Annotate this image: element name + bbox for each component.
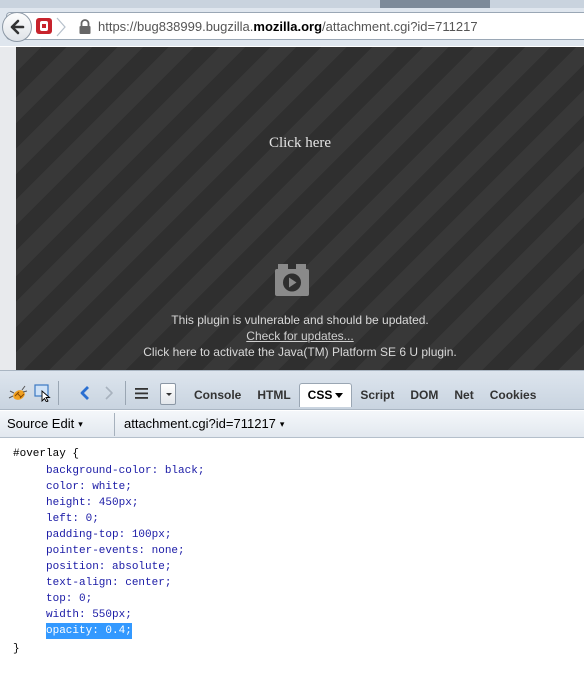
tab-html[interactable]: HTML xyxy=(249,383,298,407)
stylesheet-selector[interactable]: attachment.cgi?id=711217 ▾ xyxy=(124,416,284,431)
back-arrow-icon xyxy=(10,19,25,35)
stylesheet-label: attachment.cgi?id=711217 xyxy=(124,416,276,431)
url-path: /attachment.cgi?id=711217 xyxy=(322,19,478,34)
css-declaration: top: 0; xyxy=(46,593,93,605)
plugin-activate-message[interactable]: Click here to activate the Java(TM) Plat… xyxy=(16,345,584,359)
css-declaration: left: 0; xyxy=(46,513,99,525)
css-declaration: height: 450px; xyxy=(46,497,139,509)
css-panel-toolbar: Source Edit ▾ attachment.cgi?id=711217 ▾ xyxy=(0,411,584,438)
css-declaration: pointer-events: none; xyxy=(46,545,185,557)
lock-icon xyxy=(79,19,91,34)
css-rule-close: } xyxy=(13,643,20,655)
tab-strip xyxy=(0,0,584,8)
tab-net[interactable]: Net xyxy=(446,383,481,407)
toolbar-separator xyxy=(125,381,126,405)
css-source-editor[interactable]: #overlay { background-color: black; colo… xyxy=(0,439,584,675)
nav-forward-icon[interactable] xyxy=(104,384,114,402)
css-declaration: position: absolute; xyxy=(46,561,172,573)
plugin-play-icon xyxy=(275,264,309,296)
css-declaration: width: 550px; xyxy=(46,609,132,621)
tab-console[interactable]: Console xyxy=(186,383,249,407)
toolbar-separator xyxy=(114,413,115,436)
bugzilla-favicon-icon xyxy=(36,18,52,34)
css-declaration-selected: opacity: 0.4; xyxy=(46,623,132,639)
tab-css-label: CSS xyxy=(307,388,333,402)
site-identity-button[interactable] xyxy=(36,17,72,37)
check-updates-link[interactable]: Check for updates... xyxy=(16,329,584,343)
overlay-click-here: Click here xyxy=(268,135,332,151)
url-host: mozilla.org xyxy=(253,19,323,34)
inspect-element-icon[interactable] xyxy=(34,384,52,402)
panel-options-dropdown[interactable] xyxy=(160,383,176,405)
browser-toolbar: https://bug838999.bugzilla.mozilla.org/a… xyxy=(0,0,584,46)
tab-css[interactable]: CSS xyxy=(298,383,353,407)
page-margin xyxy=(0,47,16,370)
firebug-toolbar: Console HTML CSS Script DOM Net Cookies xyxy=(0,370,584,410)
chevron-right-icon xyxy=(56,17,66,37)
source-edit-label: Source Edit xyxy=(7,416,75,431)
firebug-panel-tabs: Console HTML CSS Script DOM Net Cookies xyxy=(186,383,544,407)
plugin-placeholder[interactable]: Click here This plugin is vulnerable and… xyxy=(16,47,584,370)
url-text[interactable]: https://bug838999.bugzilla.mozilla.org/a… xyxy=(98,19,478,34)
caret-down-icon xyxy=(335,393,344,399)
css-declaration: background-color: black; xyxy=(46,465,205,477)
source-edit-menu[interactable]: Source Edit ▾ xyxy=(7,416,83,431)
caret-down-icon: ▾ xyxy=(78,419,83,429)
tab-dom[interactable]: DOM xyxy=(402,383,446,407)
firebug-icon[interactable] xyxy=(8,384,28,402)
css-selector-line: #overlay { xyxy=(13,448,80,460)
toolbar-separator xyxy=(58,381,59,405)
css-declaration: text-align: center; xyxy=(46,577,172,589)
tab-cookies[interactable]: Cookies xyxy=(482,383,545,407)
back-button[interactable] xyxy=(2,12,32,42)
caret-down-icon: ▾ xyxy=(279,419,285,429)
css-declaration: color: white; xyxy=(46,481,132,493)
css-declaration: padding-top: 100px; xyxy=(46,529,172,541)
nav-back-icon[interactable] xyxy=(80,384,90,402)
tab-script[interactable]: Script xyxy=(352,383,402,407)
active-tab-edge xyxy=(380,0,490,8)
plugin-vulnerable-message: This plugin is vulnerable and should be … xyxy=(171,313,429,327)
url-prefix: https://bug838999.bugzilla. xyxy=(98,19,254,34)
menu-list-icon[interactable] xyxy=(134,384,150,402)
